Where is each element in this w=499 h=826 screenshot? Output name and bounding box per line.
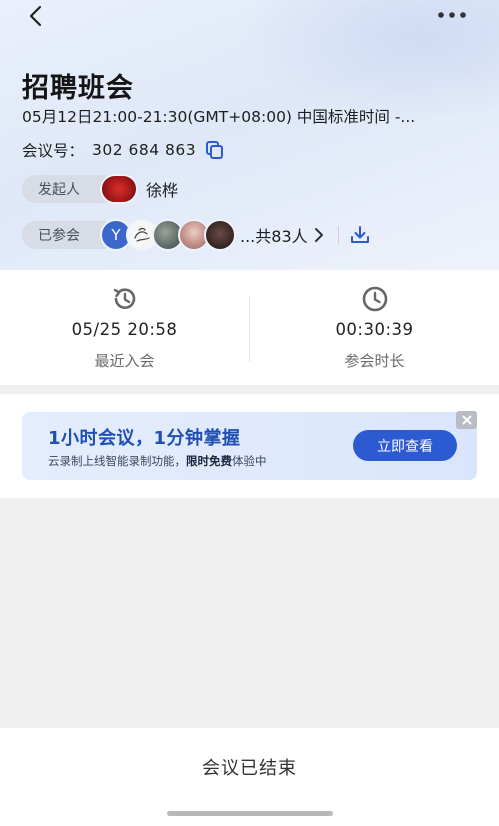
meeting-id-label: 会议号： <box>22 142 85 160</box>
more-button[interactable] <box>435 4 469 26</box>
last-join-label: 最近入会 <box>94 352 155 370</box>
clock-icon <box>362 286 387 312</box>
promo-subtitle-suffix: 体验中 <box>232 454 267 468</box>
promo-banner[interactable]: 1小时会议，1分钟掌握 云录制上线智能录制功能，限时免费体验中 立即查看 <box>22 412 477 480</box>
divider <box>337 226 339 244</box>
meeting-ended-status: 会议已结束 <box>202 758 297 779</box>
last-join-stat: 05/25 20:58 最近入会 <box>0 270 249 385</box>
duration-stat: 00:30:39 参会时长 <box>250 270 499 385</box>
avatar <box>204 219 236 251</box>
duration-label: 参会时长 <box>344 352 405 370</box>
home-indicator[interactable] <box>167 811 333 816</box>
chevron-left-icon <box>29 5 42 27</box>
host-name: 徐桦 <box>146 181 179 200</box>
last-join-value: 05/25 20:58 <box>71 320 178 339</box>
chevron-right-icon <box>314 227 326 243</box>
more-dots-icon <box>438 12 466 18</box>
footer-bar: 会议已结束 <box>0 728 499 826</box>
promo-subtitle-prefix: 云录制上线智能录制功能， <box>48 454 186 468</box>
close-banner-button[interactable] <box>456 411 477 429</box>
close-icon <box>462 415 471 425</box>
attendees-row[interactable]: 已参会 Y ...共83人 <box>22 219 371 251</box>
host-avatar[interactable] <box>100 174 138 204</box>
promo-title: 1小时会议，1分钟掌握 <box>48 428 241 449</box>
back-button[interactable] <box>22 2 50 30</box>
meeting-header: 招聘班会 05月12日21:00-21:30(GMT+08:00) 中国标准时间… <box>0 0 499 270</box>
meeting-id-value: 302 684 863 <box>92 141 197 159</box>
meeting-title: 招聘班会 <box>22 73 134 104</box>
promo-section: 1小时会议，1分钟掌握 云录制上线智能录制功能，限时免费体验中 立即查看 <box>0 394 499 498</box>
view-now-button[interactable]: 立即查看 <box>353 430 457 461</box>
meeting-id-row: 会议号： 302 684 863 <box>22 139 224 161</box>
meeting-time: 05月12日21:00-21:30(GMT+08:00) 中国标准时间 -... <box>22 108 416 126</box>
attendees-count: ...共83人 <box>240 227 308 246</box>
copy-icon[interactable] <box>204 140 224 160</box>
download-icon[interactable] <box>349 224 371 246</box>
promo-subtitle-highlight: 限时免费 <box>186 454 232 468</box>
history-clock-icon <box>113 288 135 309</box>
duration-value: 00:30:39 <box>335 320 414 339</box>
promo-subtitle: 云录制上线智能录制功能，限时免费体验中 <box>48 453 267 469</box>
host-row: 发起人 徐桦 <box>22 174 179 204</box>
meeting-stats: 05/25 20:58 最近入会 00:30:39 参会时长 <box>0 270 499 385</box>
